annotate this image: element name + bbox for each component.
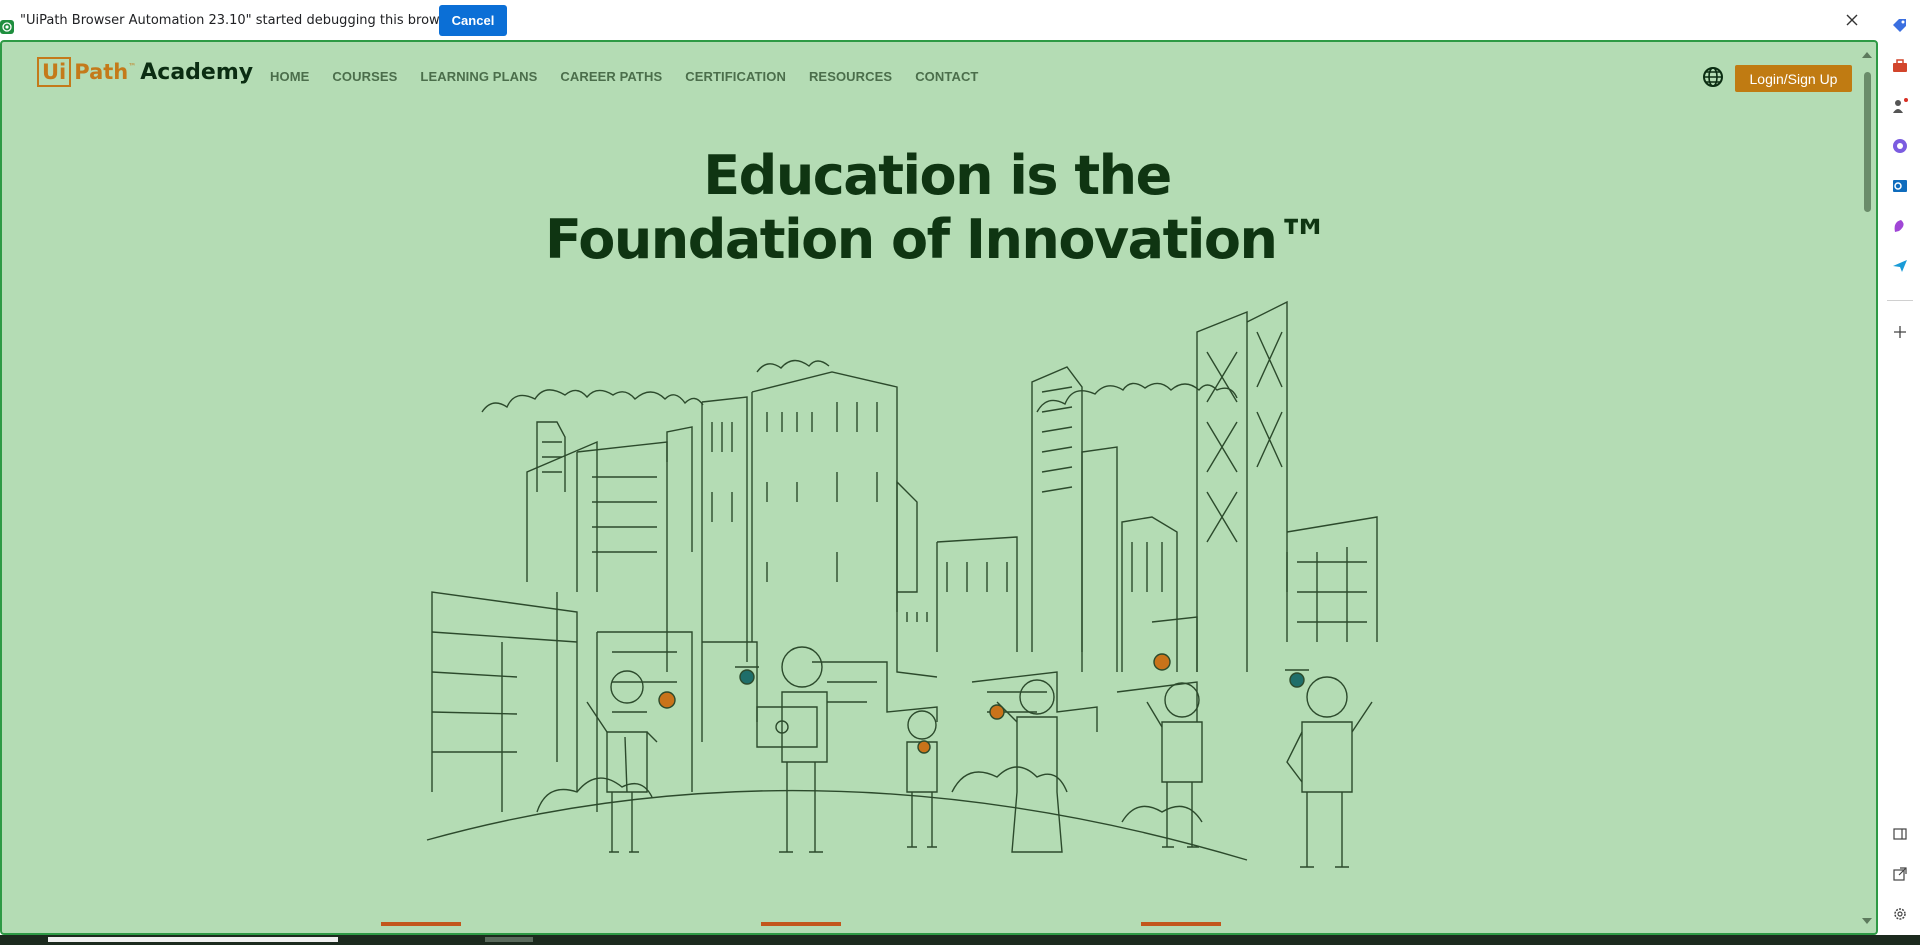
close-icon[interactable] [1840, 8, 1864, 32]
copilot-icon[interactable] [1890, 136, 1910, 156]
scroll-up-arrow[interactable] [1862, 52, 1872, 58]
outlook-icon[interactable] [1890, 176, 1910, 196]
debug-icon [0, 20, 14, 34]
nav-courses[interactable]: COURSES [332, 69, 397, 84]
designer-icon[interactable] [1890, 216, 1910, 236]
carousel-indicator-3[interactable] [1141, 922, 1221, 926]
hero-line-1: Education is the [703, 144, 1172, 207]
uipath-academy-logo[interactable]: Ui Path ™ Academy [37, 57, 253, 87]
send-icon[interactable] [1890, 256, 1910, 276]
nav-certification[interactable]: CERTIFICATION [685, 69, 786, 84]
logo-tm: ™ [128, 61, 137, 71]
settings-icon[interactable] [1890, 904, 1910, 924]
people-icon[interactable] [1890, 96, 1910, 116]
logo-academy: Academy [140, 59, 254, 85]
logo-ui: Ui [37, 57, 72, 87]
taskbar-app-segment[interactable] [485, 937, 533, 942]
sidebar-toggle-icon[interactable] [1890, 824, 1910, 844]
toolbox-icon[interactable] [1890, 56, 1910, 76]
taskbar-progress-segment [48, 937, 338, 942]
login-signup-button[interactable]: Login/Sign Up [1735, 65, 1852, 92]
carousel-indicator-1[interactable] [381, 922, 461, 926]
nav-career-paths[interactable]: CAREER PATHS [560, 69, 662, 84]
scroll-down-arrow[interactable] [1862, 918, 1872, 924]
nav-learning-plans[interactable]: LEARNING PLANS [420, 69, 537, 84]
main-nav: HOME COURSES LEARNING PLANS CAREER PATHS… [270, 69, 1001, 84]
carousel-indicator-2[interactable] [761, 922, 841, 926]
open-external-icon[interactable] [1890, 864, 1910, 884]
city-team-illustration [426, 300, 1378, 868]
hero-heading: Education is the Foundation of Innovatio… [2, 144, 1872, 272]
tag-icon[interactable] [1890, 16, 1910, 36]
nav-contact[interactable]: CONTACT [915, 69, 978, 84]
add-icon[interactable] [1890, 322, 1910, 342]
logo-path: Path [74, 60, 129, 84]
debug-message: "UiPath Browser Automation 23.10" starte… [20, 13, 460, 28]
browser-side-panel [1880, 0, 1920, 945]
cancel-debug-button[interactable]: Cancel [439, 5, 507, 36]
nav-resources[interactable]: RESOURCES [809, 69, 892, 84]
scroll-thumb[interactable] [1864, 72, 1871, 212]
page-viewport: Ui Path ™ Academy HOME COURSES LEARNING … [0, 40, 1878, 935]
globe-icon[interactable] [1702, 66, 1724, 88]
hero-line-2: Foundation of Innovation™ [545, 208, 1330, 271]
taskbar [0, 935, 1920, 945]
nav-home[interactable]: HOME [270, 69, 309, 84]
page-scrollbar[interactable] [1862, 52, 1872, 924]
debug-infobar: "UiPath Browser Automation 23.10" starte… [0, 0, 1880, 40]
side-panel-divider [1887, 300, 1913, 301]
